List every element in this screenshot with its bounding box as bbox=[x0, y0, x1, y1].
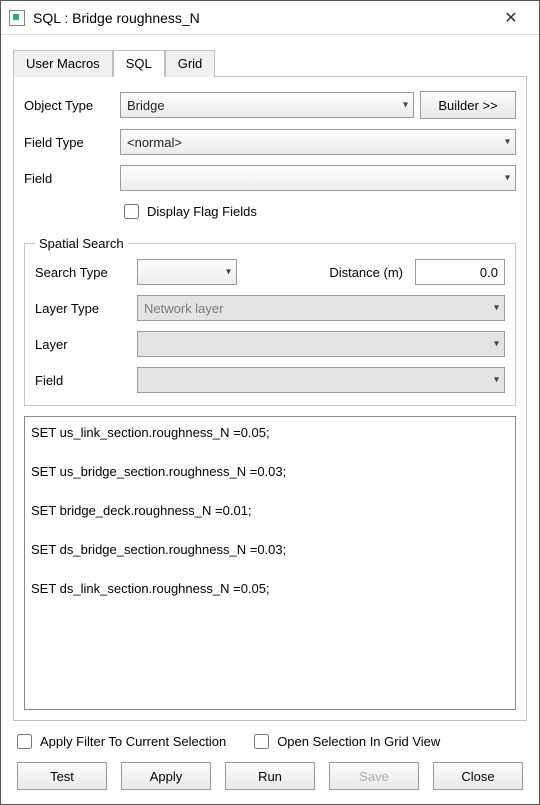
field-row: Field ▾ bbox=[24, 165, 516, 191]
apply-filter-label: Apply Filter To Current Selection bbox=[40, 734, 226, 749]
object-type-select[interactable] bbox=[120, 92, 414, 118]
layer-row: Layer ▾ bbox=[35, 331, 505, 357]
tab-user-macros[interactable]: User Macros bbox=[13, 50, 113, 77]
field-label: Field bbox=[24, 171, 114, 186]
button-bar: Test Apply Run Save Close bbox=[13, 762, 527, 794]
tab-sql[interactable]: SQL bbox=[113, 50, 165, 77]
open-selection-label: Open Selection In Grid View bbox=[277, 734, 440, 749]
builder-button[interactable]: Builder >> bbox=[420, 91, 516, 119]
spatial-field-label: Field bbox=[35, 373, 131, 388]
tab-grid[interactable]: Grid bbox=[165, 50, 216, 77]
open-selection-checkbox[interactable]: Open Selection In Grid View bbox=[250, 731, 440, 752]
close-icon[interactable]: ✕ bbox=[491, 8, 531, 28]
layer-type-select bbox=[137, 295, 505, 321]
display-flag-label: Display Flag Fields bbox=[147, 204, 257, 219]
tab-panel-sql: Object Type ▾ Builder >> Field Type ▾ Fi… bbox=[13, 76, 527, 721]
field-type-select[interactable] bbox=[120, 129, 516, 155]
distance-input[interactable] bbox=[415, 259, 505, 285]
display-flag-row: Display Flag Fields bbox=[120, 201, 516, 222]
field-select[interactable] bbox=[120, 165, 516, 191]
object-type-row: Object Type ▾ Builder >> bbox=[24, 91, 516, 119]
sql-editor[interactable] bbox=[24, 416, 516, 710]
run-button[interactable]: Run bbox=[225, 762, 315, 790]
spatial-search-group: Spatial Search Search Type ▾ Distance (m… bbox=[24, 236, 516, 406]
layer-type-label: Layer Type bbox=[35, 301, 131, 316]
field-type-label: Field Type bbox=[24, 135, 114, 150]
test-button[interactable]: Test bbox=[17, 762, 107, 790]
save-button: Save bbox=[329, 762, 419, 790]
display-flag-checkbox[interactable]: Display Flag Fields bbox=[120, 201, 257, 222]
app-icon bbox=[9, 10, 25, 26]
layer-type-row: Layer Type ▾ bbox=[35, 295, 505, 321]
field-type-row: Field Type ▾ bbox=[24, 129, 516, 155]
sql-dialog-window: SQL : Bridge roughness_N ✕ User Macros S… bbox=[0, 0, 540, 805]
bottom-checkboxes: Apply Filter To Current Selection Open S… bbox=[13, 731, 527, 752]
apply-filter-checkbox[interactable]: Apply Filter To Current Selection bbox=[13, 731, 226, 752]
dialog-content: User Macros SQL Grid Object Type ▾ Build… bbox=[1, 35, 539, 804]
open-selection-input[interactable] bbox=[254, 734, 269, 749]
search-type-row: Search Type ▾ Distance (m) bbox=[35, 259, 505, 285]
distance-label: Distance (m) bbox=[329, 265, 403, 280]
apply-button[interactable]: Apply bbox=[121, 762, 211, 790]
spatial-legend: Spatial Search bbox=[35, 236, 128, 251]
tab-bar: User Macros SQL Grid bbox=[13, 49, 527, 76]
spatial-field-row: Field ▾ bbox=[35, 367, 505, 393]
layer-select bbox=[137, 331, 505, 357]
apply-filter-input[interactable] bbox=[17, 734, 32, 749]
close-button[interactable]: Close bbox=[433, 762, 523, 790]
display-flag-input[interactable] bbox=[124, 204, 139, 219]
layer-label: Layer bbox=[35, 337, 131, 352]
spatial-field-select bbox=[137, 367, 505, 393]
window-title: SQL : Bridge roughness_N bbox=[33, 10, 491, 26]
search-type-label: Search Type bbox=[35, 265, 131, 280]
titlebar[interactable]: SQL : Bridge roughness_N ✕ bbox=[1, 1, 539, 35]
search-type-select[interactable] bbox=[137, 259, 237, 285]
object-type-label: Object Type bbox=[24, 98, 114, 113]
